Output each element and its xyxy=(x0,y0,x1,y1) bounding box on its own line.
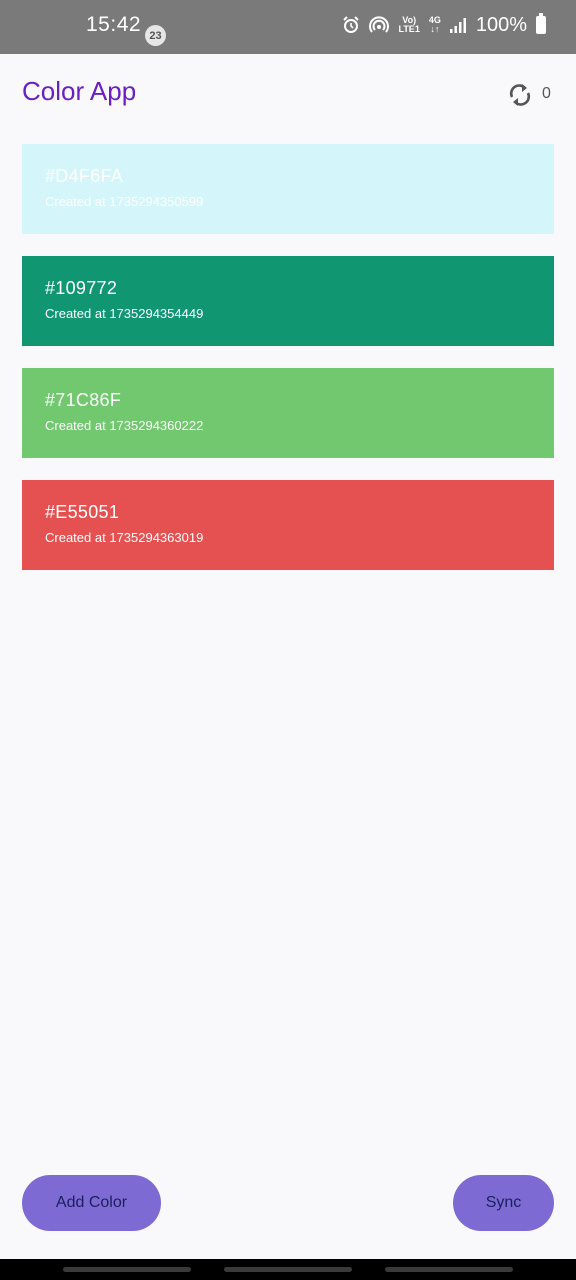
status-icons: Vo) LTE1 4G ↓↑ 100% xyxy=(342,10,546,40)
signal-icon xyxy=(449,18,466,33)
volte-indicator: Vo) LTE1 xyxy=(398,16,419,34)
nav-home-handle[interactable] xyxy=(224,1267,352,1272)
alarm-icon xyxy=(343,16,360,33)
color-hex-label: #E55051 xyxy=(45,502,120,522)
color-created-label: Created at 1735294360222 xyxy=(45,418,204,433)
app-title: Color App xyxy=(22,76,137,106)
color-created-label: Created at 1735294354449 xyxy=(45,306,204,321)
data-indicator: 4G ↓↑ xyxy=(429,16,441,34)
system-nav-bar xyxy=(0,1259,576,1280)
sync-count: 0 xyxy=(542,85,551,102)
add-color-button[interactable]: Add Color xyxy=(22,1175,161,1231)
color-card[interactable]: #109772 Created at 1735294354449 xyxy=(22,256,554,346)
hotspot-icon xyxy=(369,16,390,33)
volte-bottom-label: LTE1 xyxy=(398,24,420,34)
color-card[interactable]: #E55051 Created at 1735294363019 xyxy=(22,480,554,570)
color-hex-label: #D4F6FA xyxy=(45,166,124,186)
color-card[interactable]: #D4F6FA Created at 1735294350599 xyxy=(22,144,554,234)
color-card[interactable]: #71C86F Created at 1735294360222 xyxy=(22,368,554,458)
nav-recents-handle[interactable] xyxy=(63,1267,191,1272)
color-created-label: Created at 1735294363019 xyxy=(45,530,204,545)
battery-icon xyxy=(536,13,546,34)
data-arrows-label: ↓↑ xyxy=(430,24,440,34)
sync-button[interactable]: Sync xyxy=(453,1175,554,1231)
status-bar: 15:42 23 Vo) LTE1 4G ↓↑ 100% xyxy=(0,0,576,54)
nav-back-handle[interactable] xyxy=(385,1267,513,1272)
sync-icon[interactable] xyxy=(507,81,533,109)
color-created-label: Created at 1735294350599 xyxy=(45,194,204,209)
status-time: 15:42 xyxy=(86,13,142,36)
notification-count-badge: 23 xyxy=(145,25,166,46)
color-hex-label: #109772 xyxy=(45,278,118,298)
battery-percent: 100% xyxy=(475,13,527,36)
color-hex-label: #71C86F xyxy=(45,390,122,410)
